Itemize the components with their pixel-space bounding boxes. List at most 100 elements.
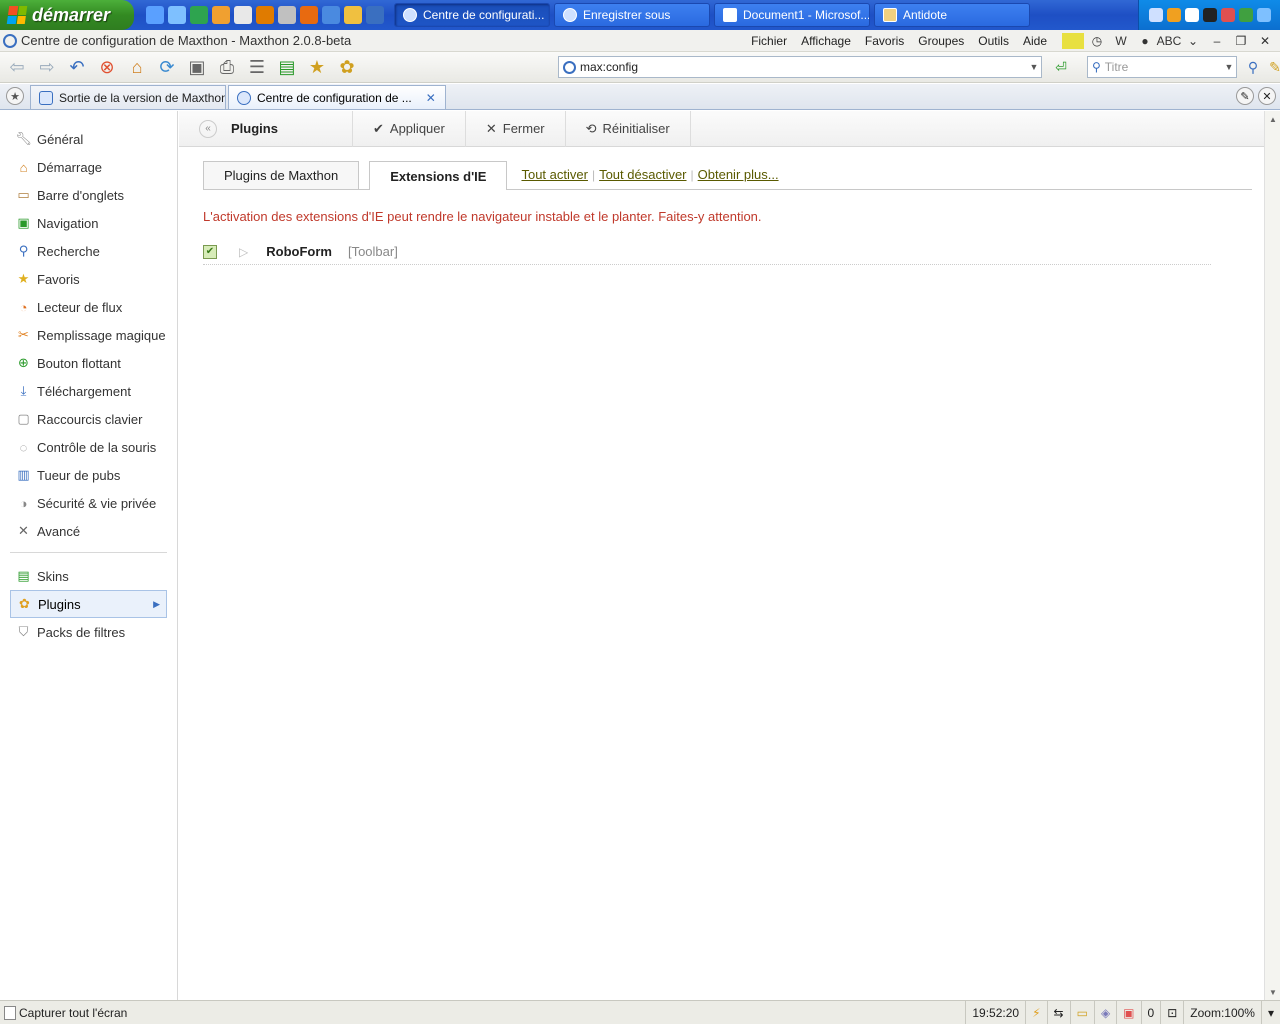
go-icon[interactable]: ⏎ — [1048, 55, 1074, 79]
popup-blocker-icon[interactable]: ▣ — [1116, 1000, 1140, 1024]
sidebar-item-filter-packs[interactable]: ⛉ Packs de filtres — [10, 618, 167, 646]
apply-button[interactable]: ✔ Appliquer — [353, 110, 466, 147]
minimize-icon[interactable]: – — [1206, 33, 1228, 49]
sidebar-item-magic-fill[interactable]: ✂ Remplissage magique — [10, 321, 167, 349]
task-antidote[interactable]: Antidote — [874, 3, 1030, 27]
wrench-icon[interactable]: ✎ — [1236, 87, 1254, 105]
sidebar-item-advanced[interactable]: ✕ Avancé — [10, 517, 167, 545]
network-tray-icon[interactable] — [1185, 8, 1199, 22]
shield-tray-icon[interactable] — [1167, 8, 1181, 22]
expand-triangle-icon[interactable]: ▷ — [239, 245, 248, 259]
camera-icon[interactable]: ▣ — [184, 55, 210, 79]
browser-icon[interactable] — [190, 6, 208, 24]
search-icon[interactable]: ⚲ — [1092, 60, 1101, 74]
sidebar-item-security-privacy[interactable]: ◑ Sécurité & vie privée — [10, 489, 167, 517]
start-button[interactable]: démarrer — [0, 0, 134, 30]
volume-tray-icon[interactable] — [1257, 8, 1271, 22]
task-save-as[interactable]: Enregistrer sous — [554, 3, 710, 27]
sidebar-item-startup[interactable]: ⌂ Démarrage — [10, 153, 167, 181]
undo-icon[interactable]: ↶ — [64, 55, 90, 79]
zoom-level[interactable]: Zoom:100% — [1183, 1000, 1261, 1024]
green-globe-icon[interactable]: ● — [1134, 33, 1156, 49]
notepad-icon[interactable] — [234, 6, 252, 24]
refresh-icon[interactable]: ⟳ — [154, 55, 180, 79]
chevron-down-icon[interactable]: ⌄ — [1182, 33, 1204, 49]
task-document1[interactable]: Document1 - Microsof... — [714, 3, 870, 27]
sidebar-item-download[interactable]: ⤓ Téléchargement — [10, 377, 167, 405]
stop-icon[interactable]: ⊗ — [94, 55, 120, 79]
sidebar-item-plugins[interactable]: ✿ Plugins ▶ — [10, 590, 167, 618]
word-icon[interactable]: W — [1110, 33, 1132, 49]
cloud-icon[interactable] — [168, 6, 186, 24]
plugin-enabled-checkbox[interactable]: ✔ — [203, 244, 217, 259]
favorites-star-icon[interactable]: ★ — [304, 55, 330, 79]
clock-icon[interactable] — [344, 6, 362, 24]
tab-config-center[interactable]: Centre de configuration de ... ✕ — [228, 85, 446, 109]
close-tab-icon[interactable]: ✕ — [426, 91, 436, 105]
sidebar-item-tabbar[interactable]: ▭ Barre d'onglets — [10, 181, 167, 209]
sidebar-item-skins[interactable]: ▤ Skins — [10, 562, 167, 590]
address-input[interactable]: max:config — [580, 60, 638, 74]
plugin-icon[interactable]: ✿ — [334, 55, 360, 79]
get-more-link[interactable]: Obtenir plus... — [698, 167, 779, 182]
chevron-down-icon[interactable]: ▾ — [1260, 1000, 1280, 1024]
enable-all-link[interactable]: Tout activer — [521, 167, 587, 182]
search-box[interactable]: ⚲ Titre ▼ — [1087, 56, 1237, 78]
forward-icon[interactable]: ⇨ — [34, 55, 60, 79]
back-icon[interactable]: ⇦ — [4, 55, 30, 79]
sidebar-item-keyboard-shortcuts[interactable]: ▢ Raccourcis clavier — [10, 405, 167, 433]
menu-outils[interactable]: Outils — [971, 34, 1016, 48]
vertical-scrollbar[interactable]: ▲ ▼ — [1264, 111, 1280, 1000]
collapse-sidebar-icon[interactable]: « — [199, 119, 217, 138]
app-tray-icon[interactable] — [1221, 8, 1235, 22]
color-icon[interactable] — [1062, 32, 1084, 49]
sidebar-item-floating-button[interactable]: ⊕ Bouton flottant — [10, 349, 167, 377]
restore-icon[interactable]: ❐ — [1230, 33, 1252, 49]
list-icon[interactable]: ☰ — [244, 55, 270, 79]
menu-favoris[interactable]: Favoris — [858, 34, 911, 48]
chevron-down-icon[interactable]: ▼ — [1027, 62, 1041, 72]
folder-icon[interactable]: ▭ — [1069, 1000, 1094, 1024]
tab-ie-extensions[interactable]: Extensions d'IE — [369, 161, 508, 190]
groups-icon[interactable]: ▤ — [274, 55, 300, 79]
task-config-center[interactable]: Centre de configurati... — [394, 3, 550, 27]
lightning-icon[interactable]: ⚡ — [1025, 1000, 1046, 1024]
menu-affichage[interactable]: Affichage — [794, 34, 858, 48]
clock-icon[interactable]: ◷ — [1086, 33, 1108, 49]
scroll-down-icon[interactable]: ▼ — [1265, 984, 1280, 1000]
sidebar-item-ad-killer[interactable]: ▥ Tueur de pubs — [10, 461, 167, 489]
menu-aide[interactable]: Aide — [1016, 34, 1054, 48]
folder-icon[interactable] — [212, 6, 230, 24]
sidebar-item-navigation[interactable]: ▣ Navigation — [10, 209, 167, 237]
close-button[interactable]: ✕ Fermer — [466, 110, 566, 147]
pen-icon[interactable]: ✎ — [1262, 55, 1280, 79]
media-icon[interactable] — [322, 6, 340, 24]
scroll-up-icon[interactable]: ▲ — [1265, 111, 1280, 127]
home-icon[interactable]: ⌂ — [124, 55, 150, 79]
close-icon[interactable]: ✕ — [1254, 33, 1276, 49]
sidebar-item-mouse-control[interactable]: ◌ Contrôle de la souris — [10, 433, 167, 461]
menu-fichier[interactable]: Fichier — [744, 34, 794, 48]
sidebar-item-favorites[interactable]: ★ Favoris — [10, 265, 167, 293]
euro-icon[interactable] — [256, 6, 274, 24]
printer-icon[interactable] — [278, 6, 296, 24]
layers-icon[interactable]: ◈ — [1093, 1000, 1116, 1024]
spellcheck-icon[interactable]: ABC — [1157, 33, 1182, 49]
close-icon[interactable]: ✕ — [1258, 87, 1276, 105]
tab-maxthon-release[interactable]: Sortie de la version de Maxthon ... — [30, 85, 226, 109]
firefox-icon[interactable] — [300, 6, 318, 24]
sidebar-item-general[interactable]: 🔧︎ Général — [10, 125, 167, 153]
address-bar[interactable]: max:config ▼ — [558, 56, 1042, 78]
bluetooth-tray-icon[interactable] — [1239, 8, 1253, 22]
print-icon[interactable]: ⎙ — [214, 55, 240, 79]
maxthon-icon[interactable] — [366, 6, 384, 24]
tab-maxthon-plugins[interactable]: Plugins de Maxthon — [203, 161, 360, 189]
maxthon-tray-icon[interactable] — [1149, 8, 1163, 22]
calendar-tray-icon[interactable] — [1203, 8, 1217, 22]
network-icon[interactable]: ⇆ — [1046, 1000, 1070, 1024]
disable-all-link[interactable]: Tout désactiver — [599, 167, 686, 182]
reset-button[interactable]: ⟲ Réinitialiser — [566, 110, 691, 147]
ie-icon[interactable] — [146, 6, 164, 24]
zoom-icon[interactable]: ⊡ — [1160, 1000, 1183, 1024]
favorites-icon[interactable]: ★ — [6, 87, 24, 105]
